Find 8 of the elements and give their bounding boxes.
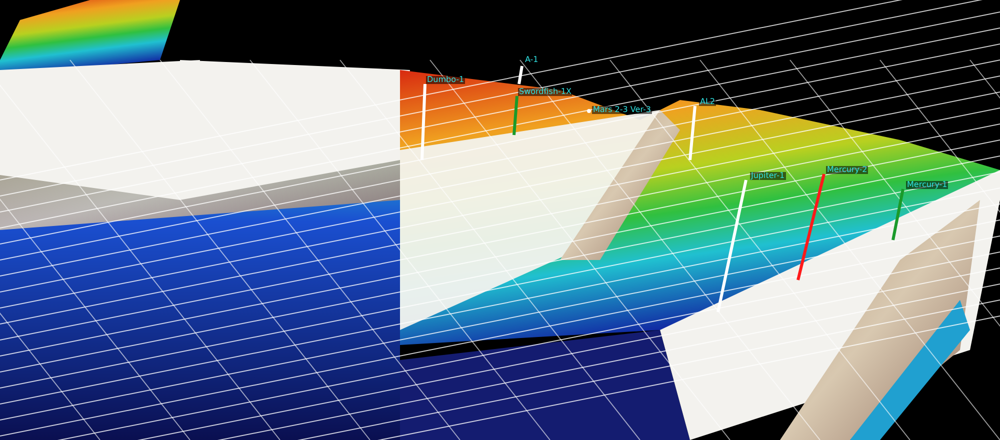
well-label: Mercury-2	[826, 166, 868, 174]
well-label: A-1	[524, 56, 540, 64]
well-label: Dumbo-1	[426, 76, 466, 84]
well-label: Jupiter-1	[750, 172, 786, 180]
well-label: Swordfish-1X	[518, 88, 572, 96]
well-label: AL2	[699, 98, 716, 106]
well-label: Mars 2-3 Ver-3	[592, 106, 652, 114]
well-label: Mercury-1	[906, 181, 948, 189]
